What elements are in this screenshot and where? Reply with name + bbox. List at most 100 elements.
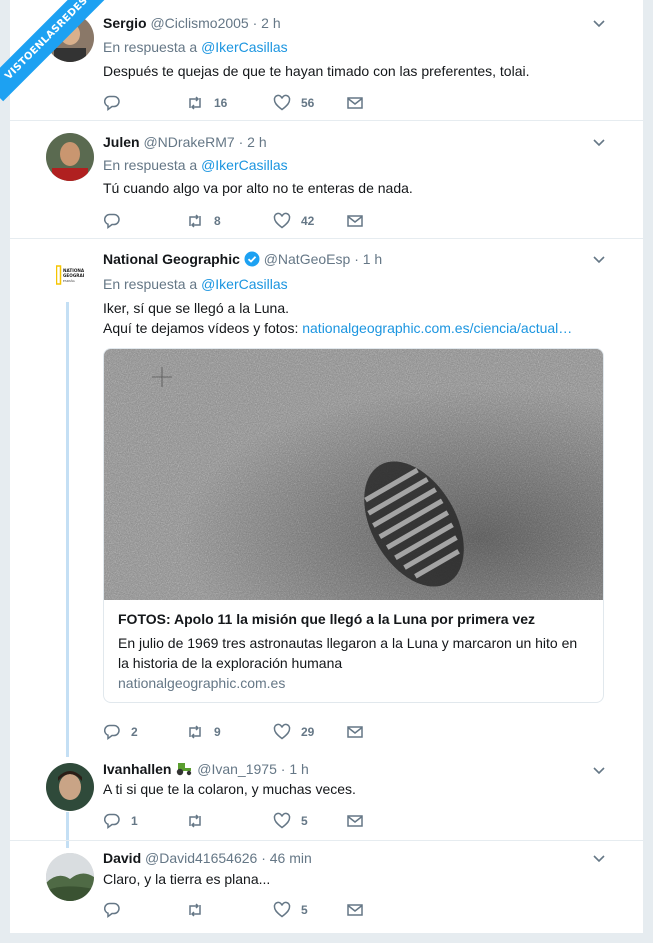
username[interactable]: @NDrakeRM7: [143, 134, 234, 150]
retweet-icon: [189, 214, 201, 228]
reply-button[interactable]: [103, 211, 131, 231]
thread-line: [66, 302, 69, 757]
retweet-button[interactable]: 16: [186, 93, 227, 113]
reply-mention-link[interactable]: @IkerCasillas: [201, 39, 288, 55]
chevron-down-icon[interactable]: [591, 16, 607, 32]
reply-icon: [103, 213, 120, 229]
reply-count: 1: [131, 814, 138, 828]
separator: ·: [252, 15, 258, 31]
chevron-down-icon[interactable]: [591, 851, 607, 867]
display-name[interactable]: Sergio: [103, 15, 147, 31]
retweet-button[interactable]: [186, 811, 214, 831]
link-card[interactable]: FOTOS: Apolo 11 la misión que llegó a la…: [103, 348, 604, 703]
separator: ·: [280, 761, 286, 777]
timestamp[interactable]: 46 min: [270, 850, 312, 866]
message-button[interactable]: [346, 93, 364, 113]
like-count: 5: [301, 814, 308, 828]
tweet-actions: 5: [103, 900, 403, 920]
tweet-header: Ivanhallen @Ivan_1975 · 1 h: [103, 760, 309, 778]
tweet-header: David @David41654626 · 46 min: [103, 849, 312, 867]
like-button[interactable]: 29: [273, 722, 314, 742]
heart-icon: [273, 901, 291, 918]
heart-icon: [273, 212, 291, 229]
reply-button[interactable]: [103, 93, 131, 113]
tweet-header: National Geographic @NatGeoEsp · 1 h: [103, 250, 382, 268]
tractor-emoji-icon: [177, 763, 192, 776]
tweet-header: Julen @NDrakeRM7 · 2 h: [103, 133, 267, 151]
chevron-down-icon[interactable]: [591, 252, 607, 268]
timeline: Sergio @Ciclismo2005 · 2 h En respuesta …: [10, 0, 643, 933]
envelope-icon: [347, 215, 363, 227]
tweet-ivanhallen[interactable]: Ivanhallen @Ivan_1975 · 1 h A ti si que …: [10, 755, 643, 841]
tweet-actions: 16 56: [103, 93, 403, 113]
tweet-david[interactable]: David @David41654626 · 46 min Claro, y l…: [10, 841, 643, 933]
retweet-count: 9: [214, 725, 221, 739]
like-button[interactable]: 56: [273, 93, 314, 113]
tweet-sergio[interactable]: Sergio @Ciclismo2005 · 2 h En respuesta …: [10, 0, 643, 121]
timestamp[interactable]: 2 h: [261, 15, 280, 31]
username[interactable]: @Ivan_1975: [197, 761, 277, 777]
tweet-text-line-2: Aquí te dejamos vídeos y fotos: national…: [103, 318, 572, 338]
retweet-button[interactable]: [186, 900, 214, 920]
reply-button[interactable]: [103, 900, 131, 920]
timestamp[interactable]: 1 h: [289, 761, 308, 777]
avatar[interactable]: [46, 853, 94, 901]
reply-prefix: En respuesta a: [103, 276, 198, 292]
like-count: 29: [301, 725, 315, 739]
envelope-icon: [347, 815, 363, 827]
retweet-icon: [189, 814, 201, 828]
message-button[interactable]: [346, 811, 364, 831]
reply-button[interactable]: 2: [103, 722, 138, 742]
timestamp[interactable]: 2 h: [247, 134, 266, 150]
tweet-text: Después te quejas de que te hayan timado…: [103, 63, 530, 79]
envelope-icon: [347, 97, 363, 109]
reply-mention-link[interactable]: @IkerCasillas: [201, 157, 288, 173]
username[interactable]: @NatGeoEsp: [264, 251, 351, 267]
avatar[interactable]: [46, 133, 94, 181]
username[interactable]: @David41654626: [145, 850, 257, 866]
display-name[interactable]: Julen: [103, 134, 140, 150]
like-button[interactable]: 5: [273, 900, 308, 920]
display-name[interactable]: Ivanhallen: [103, 761, 171, 777]
chevron-down-icon[interactable]: [591, 135, 607, 151]
retweet-icon: [189, 903, 201, 917]
separator: ·: [261, 850, 266, 866]
display-name[interactable]: National Geographic: [103, 251, 240, 267]
message-button[interactable]: [346, 900, 364, 920]
message-button[interactable]: [346, 722, 364, 742]
retweet-icon: [189, 96, 201, 110]
separator: ·: [354, 251, 359, 267]
chevron-down-icon[interactable]: [591, 763, 607, 779]
like-button[interactable]: 5: [273, 811, 308, 831]
card-title[interactable]: FOTOS: Apolo 11 la misión que llegó a la…: [118, 611, 535, 627]
heart-icon: [273, 812, 291, 829]
article-link[interactable]: nationalgeographic.com.es/ciencia/actual…: [302, 320, 572, 336]
message-button[interactable]: [346, 211, 364, 231]
tweet-text-prefix: Aquí te dejamos vídeos y fotos:: [103, 320, 299, 336]
like-count: 42: [301, 214, 315, 228]
like-count: 5: [301, 903, 308, 917]
like-button[interactable]: 42: [273, 211, 314, 231]
card-domain: nationalgeographic.com.es: [118, 675, 286, 691]
reply-button[interactable]: 1: [103, 811, 138, 831]
display-name[interactable]: David: [103, 850, 141, 866]
timestamp[interactable]: 1 h: [363, 251, 382, 267]
username[interactable]: @Ciclismo2005: [150, 15, 248, 31]
envelope-icon: [347, 726, 363, 738]
reply-context: En respuesta a @IkerCasillas: [103, 275, 288, 293]
retweet-button[interactable]: 8: [186, 211, 221, 231]
retweet-button[interactable]: 9: [186, 722, 221, 742]
reply-mention-link[interactable]: @IkerCasillas: [201, 276, 288, 292]
retweet-count: 16: [214, 96, 228, 110]
national-geographic-logo[interactable]: NATIONAL GEOGRAPHIC ESPAÑA: [55, 265, 94, 287]
verified-badge-icon: [244, 251, 260, 267]
separator: ·: [238, 134, 244, 150]
reply-icon: [103, 813, 120, 829]
like-count: 56: [301, 96, 315, 110]
reply-prefix: En respuesta a: [103, 157, 198, 173]
tweet-julen[interactable]: Julen @NDrakeRM7 · 2 h En respuesta a @I…: [10, 121, 643, 239]
tweet-text: Claro, y la tierra es plana...: [103, 871, 271, 887]
avatar[interactable]: [46, 763, 94, 811]
moon-footprint-image[interactable]: [104, 349, 604, 600]
envelope-icon: [347, 904, 363, 916]
